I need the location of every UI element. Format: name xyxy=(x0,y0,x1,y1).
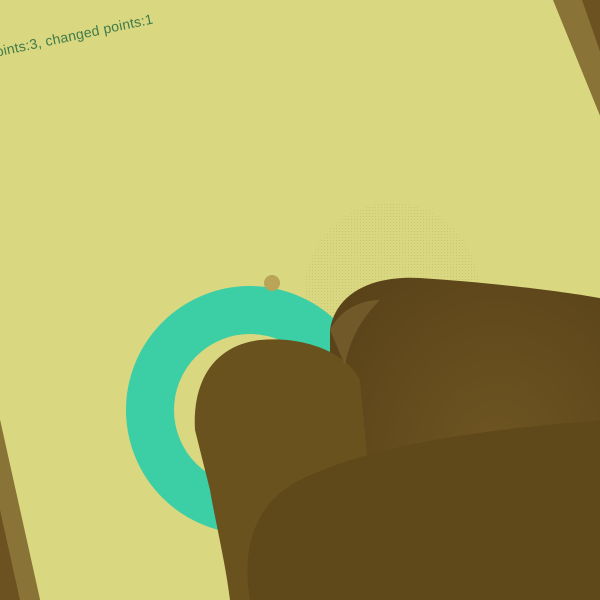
photo-scene: oints:3, changed points:1 xyxy=(0,0,600,600)
circle-dot-icon xyxy=(264,275,280,291)
phone-photo xyxy=(0,0,600,600)
